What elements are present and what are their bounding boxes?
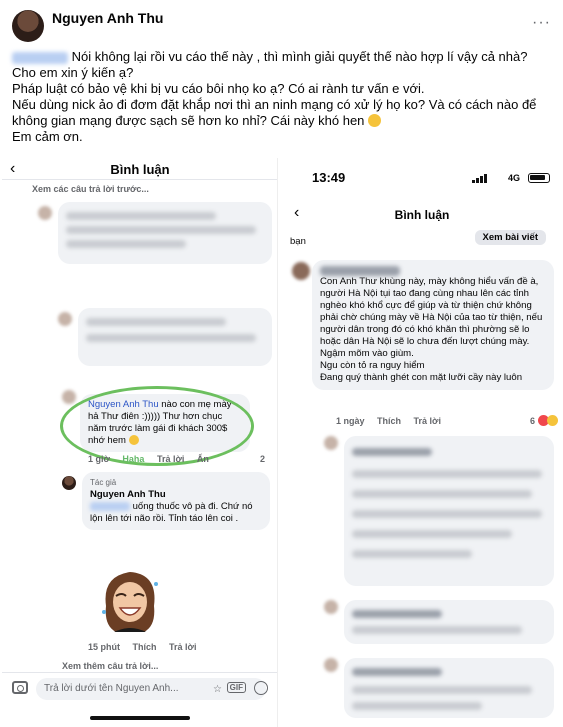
- status-time: 13:49: [312, 170, 346, 185]
- comments-topbar: ‹ Bình luận: [2, 158, 277, 180]
- post-line-1: Nói không lại rồi vu cáo thế này , thì m…: [12, 49, 528, 80]
- see-previous-replies-link[interactable]: Xem các câu trả lời trước...: [32, 184, 149, 194]
- status-bar: 13:49 4G: [284, 170, 560, 190]
- main-comment-meta: 1 ngày Thích Trả lời: [336, 416, 451, 426]
- comment-blurred: [58, 202, 272, 264]
- see-more-replies-link[interactable]: Xem thêm câu trả lời...: [62, 661, 158, 671]
- post-line-3: Nếu dùng nick ảo đi đơm đặt khắp nơi thì…: [12, 97, 537, 128]
- reply-link[interactable]: Trả lời: [414, 416, 441, 426]
- like-link[interactable]: Thích: [133, 642, 157, 652]
- emoji-icon[interactable]: [254, 681, 268, 695]
- post-line-2: Pháp luật có bảo vệ khi bị vu cáo bôi nh…: [12, 81, 425, 96]
- avatar-blurred: [292, 262, 310, 280]
- reply-blurred: [344, 658, 554, 718]
- laughing-girl-sticker: [102, 572, 158, 632]
- avatar-blurred: [62, 390, 76, 404]
- comment-time: 1 ngày: [336, 416, 365, 426]
- avatar-blurred: [324, 658, 338, 672]
- home-indicator: [90, 716, 190, 720]
- commenter-name-blurred: [320, 266, 400, 276]
- right-screenshot: 13:49 4G ‹ Bình luận Xem bài viết bạn Co…: [284, 160, 560, 727]
- comments-topbar: ‹ Bình luận: [284, 200, 560, 230]
- haha-reaction-icon: [547, 415, 558, 426]
- hide-link[interactable]: Ẩn: [197, 454, 209, 464]
- avatar[interactable]: [12, 10, 44, 42]
- tagged-name-blurred: [12, 51, 68, 64]
- like-link[interactable]: Thích: [377, 416, 401, 426]
- tagged-name-blurred: [90, 501, 130, 511]
- post-header: Nguyen Anh Thu ···: [0, 0, 563, 50]
- signal-icon: [472, 173, 487, 183]
- reply-link[interactable]: Trả lời: [169, 642, 196, 652]
- more-options-icon[interactable]: ···: [532, 14, 551, 32]
- reply-link[interactable]: Trả lời: [157, 454, 184, 464]
- author-avatar[interactable]: [62, 476, 76, 490]
- comment-time: 1 giờ: [88, 454, 110, 464]
- unamused-emoji-icon: [368, 114, 382, 127]
- comment-blurred: [78, 308, 272, 366]
- haha-reaction-link[interactable]: Haha: [122, 454, 144, 464]
- network-label: 4G: [507, 173, 520, 183]
- reply-author-name[interactable]: Nguyen Anh Thu: [90, 489, 262, 501]
- battery-icon: [528, 173, 550, 183]
- reply-input-bar: Trả lời dưới tên Nguyen Anh... ☆ GIF: [2, 672, 277, 706]
- avatar-blurred: [324, 436, 338, 450]
- author-badge: Tác giả: [90, 478, 117, 487]
- sticker-icon[interactable]: ☆: [213, 684, 222, 695]
- avatar-blurred: [38, 206, 52, 220]
- gif-icon[interactable]: GIF: [226, 682, 246, 693]
- post-line-4: Em cảm ơn.: [12, 129, 83, 144]
- avatar-blurred: [324, 600, 338, 614]
- reply-blurred: [344, 600, 554, 644]
- main-comment-text: Con Anh Thư khùng này, mày không hiểu vấ…: [320, 276, 543, 383]
- comments-title: Bình luận: [394, 208, 450, 222]
- comment-meta-row: 1 giờ Haha Trả lời Ẩn: [88, 454, 219, 464]
- comment-fragment: bạn: [290, 236, 306, 247]
- sticker-meta-row: 15 phút Thích Trả lời: [88, 642, 206, 652]
- avatar-blurred: [58, 312, 72, 326]
- post-body: Nói không lại rồi vu cáo thế này , thì m…: [12, 49, 552, 145]
- reaction-count: 6: [530, 416, 536, 426]
- left-screenshot: ‹ Bình luận Xem các câu trả lời trước...…: [2, 158, 278, 727]
- reaction-count: 2: [260, 454, 266, 464]
- see-post-button[interactable]: Xem bài viết: [474, 230, 546, 245]
- comments-title: Bình luận: [110, 162, 170, 177]
- sticker-time: 15 phút: [88, 642, 121, 652]
- camera-icon[interactable]: [12, 681, 28, 694]
- reply-blurred: [344, 436, 554, 586]
- author-reply: Tác giả Nguyen Anh Thu uống thuốc vô pà …: [82, 472, 270, 530]
- post-author-name[interactable]: Nguyen Anh Thu: [52, 10, 163, 26]
- main-comment: Con Anh Thư khùng này, mày không hiểu vấ…: [312, 260, 554, 390]
